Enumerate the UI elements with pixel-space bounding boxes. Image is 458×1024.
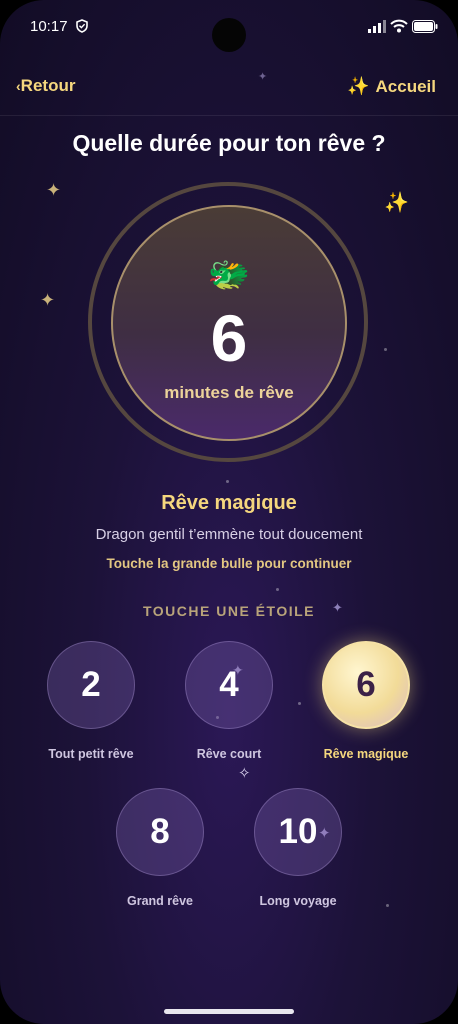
sparkle-icon: ✧	[238, 765, 251, 782]
tiny-star	[276, 588, 279, 591]
shield-icon	[76, 19, 88, 33]
mode-hint: Touche la grande bulle pour continuer	[106, 556, 352, 571]
option-label: Tout petit rêve	[48, 747, 134, 761]
option-label: Long voyage	[259, 894, 337, 908]
tiny-star	[386, 904, 389, 907]
back-button[interactable]: ‹Retour	[16, 76, 75, 96]
status-time: 10:17	[30, 18, 68, 35]
home-label: Accueil	[375, 77, 436, 96]
status-bar: 10:17	[0, 0, 458, 54]
star-icon: ✦	[46, 180, 62, 200]
duration-bubble[interactable]: 🐲 6 minutes de rêve	[111, 205, 347, 441]
option-circle[interactable]: 2	[47, 641, 135, 729]
sparkles-icon: ✨	[384, 192, 409, 214]
phone-screen: 10:17 ‹Retour ✨ Accueil Quelle durée pou…	[0, 0, 458, 1024]
battery-icon	[412, 20, 438, 33]
duration-unit: minutes de rêve	[164, 383, 294, 402]
tiny-star	[384, 348, 387, 351]
dragon-icon: 🐲	[207, 256, 251, 294]
home-indicator[interactable]	[164, 1009, 294, 1014]
option-circle[interactable]: 10	[254, 788, 342, 876]
option-circle[interactable]: 4	[185, 641, 273, 729]
home-button[interactable]: ✨ Accueil	[347, 76, 436, 97]
signal-icon	[368, 20, 386, 33]
option-6-selected[interactable]: 6 Rêve magique	[301, 641, 431, 761]
wifi-icon	[390, 19, 408, 33]
tiny-star	[226, 480, 229, 483]
mode-title: Rêve magique	[161, 492, 297, 514]
duration-value: 6	[210, 301, 248, 375]
option-circle[interactable]: 6	[322, 641, 410, 729]
section-label: TOUCHE UNE ÉTOILE	[142, 603, 315, 619]
nav-divider	[0, 115, 458, 116]
option-2[interactable]: 2 Tout petit rêve	[26, 641, 156, 761]
star-icon: ✦	[40, 290, 56, 310]
option-10[interactable]: 10 Long voyage	[233, 788, 363, 908]
option-8[interactable]: 8 Grand rêve	[95, 788, 225, 908]
option-label: Grand rêve	[126, 894, 193, 908]
camera-cutout	[212, 18, 246, 52]
option-label: Rêve court	[196, 747, 262, 761]
option-label: Rêve magique	[323, 747, 409, 761]
page-title: Quelle durée pour ton rêve ?	[72, 130, 386, 156]
nav-bar: ‹Retour ✨ Accueil	[0, 72, 458, 104]
sparkles-icon: ✨	[347, 76, 370, 96]
back-label: Retour	[20, 76, 76, 95]
mode-subtitle: Dragon gentil t’emmène tout doucement	[95, 526, 363, 543]
star-icon: ✦	[258, 71, 268, 83]
option-4[interactable]: 4 Rêve court	[164, 641, 294, 761]
option-circle[interactable]: 8	[116, 788, 204, 876]
